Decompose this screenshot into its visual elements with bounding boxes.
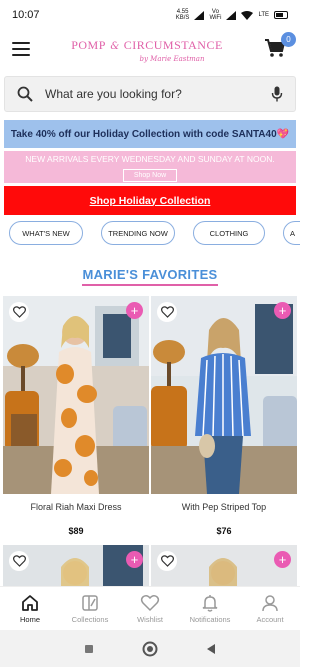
bell-icon xyxy=(202,595,218,612)
wifi-icon xyxy=(241,10,254,20)
app-header: POMP & CIRCUMSTANCE by Marie Eastman 0 xyxy=(0,30,300,68)
nav-item-notifications[interactable]: Notifications xyxy=(180,587,240,630)
menu-icon[interactable] xyxy=(12,42,30,56)
product-price: $76 xyxy=(216,526,232,536)
product-photo-dress xyxy=(3,296,149,494)
nav-label: Home xyxy=(19,615,40,624)
shop-now-button[interactable]: Shop Now xyxy=(122,169,178,182)
product-card[interactable]: + Floral Riah Maxi Dress $89 xyxy=(3,296,149,536)
product-image[interactable]: + xyxy=(151,296,297,494)
heart-icon xyxy=(160,555,174,567)
status-time: 10:07 xyxy=(12,9,40,21)
section-title: MARIE'S FAVORITES xyxy=(0,266,300,286)
logo-ampersand: & xyxy=(110,40,120,52)
logo-left: POMP xyxy=(71,37,106,52)
user-icon xyxy=(262,595,278,612)
network-speed-unit: KB/S xyxy=(175,15,190,21)
wishlist-button[interactable] xyxy=(9,551,29,571)
add-to-cart-button[interactable]: + xyxy=(126,302,143,319)
product-name[interactable]: Floral Riah Maxi Dress xyxy=(3,502,149,512)
product-image[interactable]: + xyxy=(151,545,297,586)
logo-right: CIRCUMSTANCE xyxy=(123,37,223,52)
microphone-icon[interactable] xyxy=(271,86,283,102)
promo-discount-text: Take 40% off our Holiday Collection with… xyxy=(10,128,290,140)
nav-item-wishlist[interactable]: Wishlist xyxy=(120,587,180,630)
network-speed: 4.55 KB/S xyxy=(176,9,190,21)
wishlist-button[interactable] xyxy=(157,302,177,322)
brand-logo[interactable]: POMP & CIRCUMSTANCE by Marie Eastman xyxy=(71,36,223,63)
bottom-navigation: Home Collections Wishlist Notifications … xyxy=(0,586,300,630)
nav-item-account[interactable]: Account xyxy=(240,587,300,630)
add-to-cart-button[interactable]: + xyxy=(126,551,143,568)
wishlist-button[interactable] xyxy=(9,302,29,322)
home-circle-icon[interactable] xyxy=(142,641,158,657)
back-icon[interactable] xyxy=(205,643,217,655)
product-name[interactable]: With Pep Striped Top xyxy=(151,502,297,512)
plus-icon: + xyxy=(278,303,287,318)
lte-label: LTE xyxy=(258,12,269,18)
plus-icon: + xyxy=(278,552,287,567)
heart-icon xyxy=(12,306,26,318)
plus-icon: + xyxy=(130,303,139,318)
wifi-label: WiFi xyxy=(209,15,222,21)
volte-indicator: Vo WiFi xyxy=(209,9,221,21)
home-icon xyxy=(22,595,38,611)
section-title-text: MARIE'S FAVORITES xyxy=(82,267,218,286)
promo-banner-discount[interactable]: Take 40% off our Holiday Collection with… xyxy=(4,120,296,148)
product-card[interactable]: + xyxy=(151,545,297,586)
search-input[interactable]: What are you looking for? xyxy=(45,87,271,101)
promo-banner-holiday[interactable]: Shop Holiday Collection xyxy=(4,186,296,215)
status-icons: 4.55 KB/S Vo WiFi LTE xyxy=(176,9,288,21)
nav-label: Account xyxy=(256,615,284,624)
logo-subtitle: by Marie Eastman xyxy=(139,54,205,63)
cart-count-badge: 0 xyxy=(281,32,296,47)
product-image[interactable]: + xyxy=(3,545,149,586)
category-pill-trending-now[interactable]: TRENDING NOW xyxy=(101,221,175,245)
nav-label: Notifications xyxy=(189,615,231,624)
plus-icon: + xyxy=(130,552,139,567)
search-icon xyxy=(17,86,33,102)
add-to-cart-button[interactable]: + xyxy=(274,302,291,319)
collections-icon xyxy=(82,595,98,611)
battery-icon xyxy=(274,11,288,19)
shop-holiday-link[interactable]: Shop Holiday Collection xyxy=(90,195,211,207)
product-price: $89 xyxy=(68,526,84,536)
promo-banner-new-arrivals: NEW ARRIVALS EVERY WEDNESDAY AND SUNDAY … xyxy=(4,151,296,183)
category-pill-whats-new[interactable]: WHAT'S NEW xyxy=(9,221,83,245)
product-card[interactable]: + xyxy=(3,545,149,586)
system-navigation-bar xyxy=(0,630,300,667)
category-pill-partial[interactable]: A xyxy=(283,221,300,245)
category-pills: WHAT'S NEW TRENDING NOW CLOTHING A xyxy=(0,221,300,245)
category-pill-clothing[interactable]: CLOTHING xyxy=(193,221,265,245)
product-photo-striped-top xyxy=(151,296,297,494)
nav-label: Collections xyxy=(71,615,109,624)
heart-icon xyxy=(160,306,174,318)
wishlist-button[interactable] xyxy=(157,551,177,571)
heart-icon xyxy=(140,595,160,612)
status-bar: 10:07 4.55 KB/S Vo WiFi LTE xyxy=(0,0,300,30)
cart-button[interactable]: 0 xyxy=(264,32,296,60)
nav-item-collections[interactable]: Collections xyxy=(60,587,120,630)
product-card[interactable]: + With Pep Striped Top $76 xyxy=(151,296,297,536)
signal-icon xyxy=(194,10,205,20)
search-bar[interactable]: What are you looking for? xyxy=(4,76,296,112)
add-to-cart-button[interactable]: + xyxy=(274,551,291,568)
promo-new-arrivals-text: NEW ARRIVALS EVERY WEDNESDAY AND SUNDAY … xyxy=(25,154,275,164)
product-image[interactable]: + xyxy=(3,296,149,494)
recents-icon[interactable] xyxy=(83,643,95,655)
nav-label: Wishlist xyxy=(137,615,163,624)
heart-icon xyxy=(12,555,26,567)
signal-icon xyxy=(226,10,237,20)
nav-item-home[interactable]: Home xyxy=(0,587,60,630)
